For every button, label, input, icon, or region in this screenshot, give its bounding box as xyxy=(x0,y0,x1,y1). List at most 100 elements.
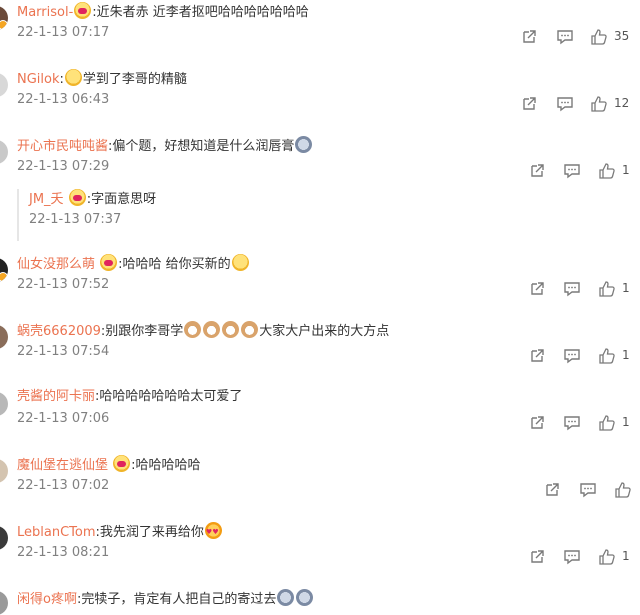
comment-icon[interactable] xyxy=(563,414,581,432)
avatar[interactable] xyxy=(0,73,8,97)
username-link[interactable]: Marrisol- xyxy=(17,5,73,20)
share-icon[interactable] xyxy=(528,414,546,432)
comment-text: :哈哈哈哈哈哈哈太可爱了 xyxy=(95,389,243,404)
comment-content: 仙女没那么萌 :哈哈哈 给你买新的 xyxy=(17,254,250,274)
share-icon[interactable] xyxy=(528,548,546,566)
comment-content: 蜗壳6662009:别跟你李哥学 大家大户出来的大方点 xyxy=(17,321,389,341)
thumbs-up-icon[interactable] xyxy=(598,162,616,180)
comment-actions: 35 xyxy=(0,28,640,48)
crying-emoji-icon xyxy=(295,136,313,153)
reply-content: JM_夭 :字面意思呀 xyxy=(29,189,156,209)
like-count: 1 xyxy=(622,549,630,563)
crying-emoji-icon xyxy=(296,589,314,606)
comment-item: 魔仙堡在逃仙堡 :哈哈哈哈哈 22-1-13 07:02 xyxy=(0,455,640,522)
like-count: 1 xyxy=(622,281,630,295)
comment-icon[interactable] xyxy=(556,95,574,113)
comment-actions xyxy=(0,481,640,501)
comment-icon[interactable] xyxy=(563,280,581,298)
comment-actions: 1 xyxy=(0,414,640,434)
avatar[interactable] xyxy=(0,526,8,550)
comment-text: :别跟你李哥学 xyxy=(100,324,184,339)
comment-icon[interactable] xyxy=(556,28,574,46)
comment-content: 魔仙堡在逃仙堡 :哈哈哈哈哈 xyxy=(17,455,201,475)
share-icon[interactable] xyxy=(528,280,546,298)
comment-icon[interactable] xyxy=(563,162,581,180)
heart-eyes-emoji-icon xyxy=(113,455,131,472)
username-link[interactable]: 闲得o疼啊 xyxy=(17,592,77,607)
share-icon[interactable] xyxy=(528,162,546,180)
like-count: 1 xyxy=(622,348,630,362)
avatar[interactable] xyxy=(0,140,8,164)
avatar[interactable] xyxy=(0,392,8,416)
like-count: 12 xyxy=(614,96,630,110)
comment-actions: 1 xyxy=(0,548,640,568)
like-count: 1 xyxy=(622,415,630,429)
thumbs-up-icon[interactable] xyxy=(598,414,616,432)
username-link[interactable]: 壳酱的阿卡丽 xyxy=(17,389,95,404)
cat-emoji-icon xyxy=(241,321,259,338)
avatar[interactable] xyxy=(0,459,8,483)
username-link[interactable]: JM_夭 xyxy=(29,192,64,207)
comment-item: 壳酱的阿卡丽:哈哈哈哈哈哈哈太可爱了 22-1-13 07:06 1 xyxy=(0,388,640,455)
heart-eyes-emoji-icon xyxy=(74,2,92,19)
thumbs-up-icon[interactable] xyxy=(598,347,616,365)
thumbs-up-icon[interactable] xyxy=(598,280,616,298)
username-link[interactable]: 魔仙堡在逃仙堡 xyxy=(17,458,108,473)
comment-icon[interactable] xyxy=(563,347,581,365)
username-link[interactable]: 仙女没那么萌 xyxy=(17,257,95,272)
comment-content: LeblanCTom:我先润了来再给你 xyxy=(17,522,223,542)
comment-text: :哈哈哈哈哈 xyxy=(131,458,201,473)
doge-emoji-icon xyxy=(64,69,82,86)
comment-text: :偏个题，好想知道是什么润唇膏 xyxy=(108,139,295,154)
comment-icon[interactable] xyxy=(579,481,597,499)
comment-icon[interactable] xyxy=(563,548,581,566)
reply-text: :字面意思呀 xyxy=(86,192,157,207)
comment-text: :完犊子，肯定有人把自己的寄过去 xyxy=(76,592,277,607)
share-icon[interactable] xyxy=(543,481,561,499)
comment-item: 开心市民吨吨酱:偏个题，好想知道是什么润唇膏 22-1-13 07:29 1 J… xyxy=(0,136,640,251)
username-link[interactable]: NGilok xyxy=(17,72,60,87)
thumbs-up-icon[interactable] xyxy=(590,95,608,113)
avatar[interactable] xyxy=(0,6,8,30)
comment-text: :近朱者赤 近李者抠吧哈哈哈哈哈哈哈 xyxy=(92,5,309,20)
doge-emoji-icon xyxy=(231,254,249,271)
share-icon[interactable] xyxy=(520,28,538,46)
comment-text: : xyxy=(59,72,64,87)
cat-emoji-icon xyxy=(184,321,202,338)
avatar[interactable] xyxy=(0,591,8,615)
comment-content: Marrisol- :近朱者赤 近李者抠吧哈哈哈哈哈哈哈 xyxy=(17,2,309,22)
cat-emoji-icon xyxy=(222,321,240,338)
comment-actions: 1 xyxy=(0,347,640,367)
heart-eyes-emoji-icon xyxy=(204,522,222,541)
comment-item: NGilok: 学到了李哥的精髓 22-1-13 06:43 12 xyxy=(0,69,640,136)
comment-item: 闲得o疼啊:完犊子，肯定有人把自己的寄过去 xyxy=(0,589,640,615)
username-link[interactable]: 开心市民吨吨酱 xyxy=(17,139,108,154)
username-link[interactable]: LeblanCTom xyxy=(17,525,96,540)
avatar[interactable] xyxy=(0,258,8,282)
comment-text: :哈哈哈 给你买新的 xyxy=(118,257,231,272)
avatar[interactable] xyxy=(0,325,8,349)
thumbs-up-icon[interactable] xyxy=(590,28,608,46)
comment-text: 学到了李哥的精髓 xyxy=(82,72,187,87)
thumbs-up-icon[interactable] xyxy=(614,481,632,499)
comment-actions: 1 xyxy=(0,162,640,182)
comment-content: 闲得o疼啊:完犊子，肯定有人把自己的寄过去 xyxy=(17,589,314,609)
comment-content: NGilok: 学到了李哥的精髓 xyxy=(17,69,187,89)
like-count: 1 xyxy=(622,163,630,177)
heart-eyes-emoji-icon xyxy=(68,189,86,206)
share-icon[interactable] xyxy=(520,95,538,113)
reply-item: JM_夭 :字面意思呀 22-1-13 07:37 xyxy=(17,189,619,241)
comment-text: 大家大户出来的大方点 xyxy=(259,324,390,339)
crying-emoji-icon xyxy=(277,589,295,606)
comment-content: 开心市民吨吨酱:偏个题，好想知道是什么润唇膏 xyxy=(17,136,313,156)
comment-item: 蜗壳6662009:别跟你李哥学 大家大户出来的大方点 22-1-13 07:54… xyxy=(0,321,640,388)
share-icon[interactable] xyxy=(528,347,546,365)
timestamp: 22-1-13 07:37 xyxy=(29,212,122,227)
comment-item: 仙女没那么萌 :哈哈哈 给你买新的 22-1-13 07:52 1 xyxy=(0,254,640,321)
thumbs-up-icon[interactable] xyxy=(598,548,616,566)
username-link[interactable]: 蜗壳6662009 xyxy=(17,324,101,339)
cat-emoji-icon xyxy=(203,321,221,338)
heart-eyes-emoji-icon xyxy=(100,254,118,271)
comment-content: 壳酱的阿卡丽:哈哈哈哈哈哈哈太可爱了 xyxy=(17,388,242,406)
comment-text: :我先润了来再给你 xyxy=(95,525,204,540)
